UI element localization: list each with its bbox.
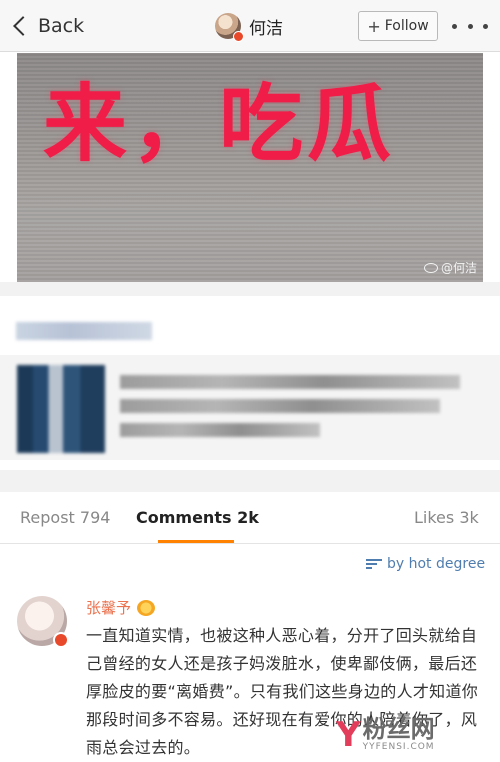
plus-icon: + xyxy=(367,16,381,36)
user-name[interactable]: 何洁 xyxy=(249,14,283,39)
tab-likes[interactable]: Likes 3k xyxy=(414,508,479,527)
navigation-bar: Back 何洁 + Follow xyxy=(0,0,500,52)
user-avatar[interactable] xyxy=(215,13,244,42)
weibo-logo-icon xyxy=(423,262,438,273)
comment-author[interactable]: 张馨予 xyxy=(86,597,156,618)
member-crown-icon xyxy=(137,599,156,616)
image-caption: 来，吃瓜 xyxy=(43,75,396,173)
chevron-left-icon xyxy=(13,16,33,36)
more-dot-icon xyxy=(467,23,473,29)
watermark-text: @何洁 xyxy=(440,261,477,275)
blurred-quote-title xyxy=(16,322,152,340)
site-watermark-en: YYFENSI.COM xyxy=(362,742,435,752)
follow-button[interactable]: + Follow xyxy=(358,11,438,41)
quoted-post-thumbnail xyxy=(17,365,105,453)
tab-comments[interactable]: Comments 2k xyxy=(136,508,259,527)
more-options-button[interactable] xyxy=(452,14,488,38)
back-button[interactable]: Back xyxy=(12,10,84,42)
comment-author-name[interactable]: 张馨予 xyxy=(86,597,131,618)
back-label: Back xyxy=(38,15,85,37)
post-image[interactable]: 来，吃瓜 @何洁 xyxy=(17,53,483,282)
sort-icon xyxy=(366,558,382,570)
site-logo-icon: Y xyxy=(336,715,361,755)
nav-user[interactable]: 何洁 xyxy=(215,11,283,42)
active-tab-indicator xyxy=(158,540,234,543)
sort-label: by hot degree xyxy=(387,556,486,572)
verified-badge-icon xyxy=(53,632,69,648)
site-watermark-cn: 粉丝网 xyxy=(362,715,435,743)
interaction-tabs: Repost 794 Comments 2k Likes 3k xyxy=(0,492,500,544)
blurred-text-line xyxy=(120,423,320,437)
site-watermark-logo: Y 粉丝网 YYFENSI.COM xyxy=(336,716,435,752)
more-dot-icon xyxy=(452,23,457,29)
blurred-text-line xyxy=(120,399,440,413)
verified-badge-icon xyxy=(233,31,244,42)
sort-button[interactable]: by hot degree xyxy=(366,556,485,572)
section-divider xyxy=(0,470,500,492)
section-divider xyxy=(0,282,500,296)
image-watermark: @何洁 xyxy=(423,259,477,276)
comment-avatar[interactable] xyxy=(17,596,69,648)
quoted-post-card[interactable] xyxy=(0,355,500,460)
more-dot-icon xyxy=(483,23,488,29)
tab-repost[interactable]: Repost 794 xyxy=(20,508,110,527)
follow-label: Follow xyxy=(384,18,429,34)
blurred-text-line xyxy=(120,375,460,389)
